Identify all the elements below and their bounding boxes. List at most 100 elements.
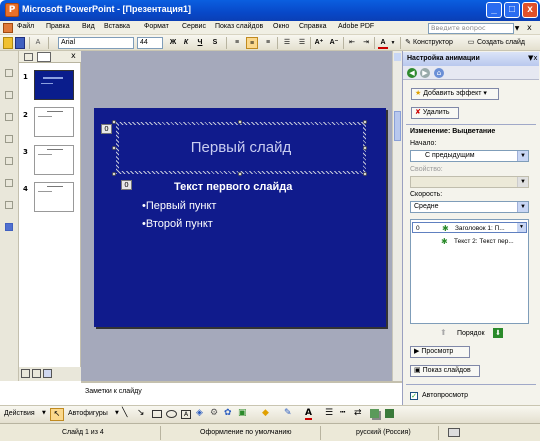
show-formatting-icon[interactable]: [5, 223, 13, 231]
diagram-icon[interactable]: ⚙: [210, 408, 218, 418]
menu-adobe-pdf[interactable]: Adobe PDF: [338, 23, 374, 30]
autopreview-checkbox[interactable]: ✓: [410, 392, 418, 400]
close-panel-icon[interactable]: x: [71, 51, 76, 60]
forward-icon[interactable]: ▶: [420, 68, 430, 78]
textbox-icon[interactable]: A: [181, 410, 191, 419]
rectangle-icon[interactable]: [152, 410, 162, 418]
menu-slideshow[interactable]: Показ слайдов: [215, 23, 263, 30]
menu-insert[interactable]: Вставка: [104, 23, 130, 30]
grow-font-button[interactable]: A⁺: [313, 37, 325, 49]
promote-icon[interactable]: [5, 69, 13, 77]
underline-button[interactable]: Ч: [195, 37, 205, 49]
slide-thumbnail-3[interactable]: [34, 145, 74, 175]
font-size-select[interactable]: 44: [137, 37, 163, 49]
move-down-icon[interactable]: ⬇: [493, 328, 503, 338]
font-color-icon[interactable]: A: [305, 408, 312, 420]
select-objects-icon[interactable]: ↖: [50, 408, 64, 421]
animation-item[interactable]: 0 ✱ Заголовок 1: П... ▼: [412, 222, 527, 233]
home-icon[interactable]: ⌂: [434, 68, 444, 78]
preview-button[interactable]: ▶ Просмотр: [410, 346, 470, 358]
bullet-item[interactable]: •Второй пункт: [142, 218, 213, 230]
menu-view[interactable]: Вид: [82, 23, 95, 30]
expand-icon[interactable]: [5, 179, 13, 187]
spelling-icon[interactable]: [448, 428, 460, 437]
resize-handle[interactable]: [238, 120, 242, 124]
animation-list[interactable]: [410, 219, 529, 324]
autoshapes-menu[interactable]: Автофигуры: [68, 410, 108, 417]
chevron-down-icon[interactable]: ▼: [513, 23, 521, 34]
chevron-down-icon[interactable]: ▼: [517, 223, 526, 232]
chevron-down-icon[interactable]: ▼: [517, 151, 528, 161]
summary-slide-icon[interactable]: [5, 201, 13, 209]
chevron-down-icon[interactable]: ▼: [517, 202, 528, 212]
menu-file[interactable]: Файл: [17, 23, 34, 30]
resize-handle[interactable]: [112, 146, 116, 150]
decrease-indent-icon[interactable]: ⇤: [346, 37, 358, 49]
oval-icon[interactable]: [166, 410, 177, 418]
styles-icon[interactable]: A: [33, 37, 43, 49]
speed-select[interactable]: Средне ▼: [410, 201, 529, 213]
resize-handle[interactable]: [112, 120, 116, 124]
resize-handle[interactable]: [363, 172, 367, 176]
font-color-button[interactable]: A: [378, 37, 388, 49]
remove-button[interactable]: ✘ Удалить: [411, 107, 459, 119]
chevron-down-icon[interactable]: ▼: [115, 410, 119, 416]
minimize-button[interactable]: _: [486, 2, 502, 18]
slides-tab-icon[interactable]: [37, 52, 51, 62]
chevron-down-icon[interactable]: ▼: [42, 410, 46, 416]
resize-handle[interactable]: [112, 172, 116, 176]
scroll-up-icon[interactable]: [394, 53, 401, 61]
shrink-font-button[interactable]: A⁻: [328, 37, 340, 49]
resize-handle[interactable]: [238, 172, 242, 176]
shadow-style-icon[interactable]: [370, 409, 379, 418]
menu-edit[interactable]: Правка: [46, 23, 70, 30]
move-down-icon[interactable]: [5, 135, 13, 143]
align-left-icon[interactable]: ≡: [231, 37, 243, 49]
arrow-icon[interactable]: ↘: [137, 408, 145, 418]
document-icon[interactable]: [3, 23, 13, 33]
bold-button[interactable]: Ж: [168, 37, 178, 49]
resize-handle[interactable]: [363, 120, 367, 124]
dash-style-icon[interactable]: ┅: [340, 408, 345, 418]
pane-menu-icon[interactable]: ▼x: [528, 54, 538, 62]
menu-format[interactable]: Формат: [144, 23, 169, 30]
sorter-view-icon[interactable]: [32, 369, 41, 378]
menu-tools[interactable]: Сервис: [182, 23, 206, 30]
slide-title[interactable]: Первый слайд: [119, 139, 363, 156]
bullet-item[interactable]: •Первый пункт: [142, 200, 216, 212]
add-effect-button[interactable]: ★ Добавить эффект ▾: [411, 88, 499, 100]
save-icon[interactable]: [15, 37, 25, 49]
line-color-icon[interactable]: ✎: [284, 408, 292, 418]
close-button[interactable]: x: [522, 2, 538, 18]
chevron-down-icon[interactable]: ▼: [390, 37, 396, 49]
animation-item[interactable]: ✱ Текст 2: Текст пер...: [412, 236, 527, 247]
resize-handle[interactable]: [363, 146, 367, 150]
bullets-icon[interactable]: ☰: [296, 37, 308, 49]
actions-menu[interactable]: Действия: [4, 410, 35, 417]
normal-view-icon[interactable]: [21, 369, 30, 378]
clipart-icon[interactable]: ✿: [224, 408, 232, 418]
picture-icon[interactable]: ▣: [238, 408, 247, 418]
close-document-button[interactable]: x: [527, 23, 532, 32]
open-icon[interactable]: [3, 37, 13, 49]
designer-button[interactable]: Конструктор: [413, 37, 463, 49]
demote-icon[interactable]: [5, 91, 13, 99]
numbering-icon[interactable]: ☰: [281, 37, 293, 49]
arrow-style-icon[interactable]: ⇄: [354, 408, 362, 418]
slide-thumbnail-1[interactable]: [34, 70, 74, 100]
help-search-input[interactable]: Введите вопрос: [428, 23, 514, 34]
3d-style-icon[interactable]: [385, 409, 394, 418]
outline-tab-icon[interactable]: [24, 53, 33, 61]
align-center-icon[interactable]: ≡: [246, 37, 258, 49]
back-icon[interactable]: ◀: [407, 68, 417, 78]
start-select[interactable]: С предыдущим ▼: [410, 150, 529, 162]
slideshow-view-icon[interactable]: [43, 369, 52, 378]
line-icon[interactable]: ╲: [122, 408, 127, 418]
move-up-icon[interactable]: [5, 113, 13, 121]
line-style-icon[interactable]: ☰: [325, 408, 333, 418]
italic-button[interactable]: К: [181, 37, 191, 49]
font-name-select[interactable]: Arial: [58, 37, 134, 49]
collapse-icon[interactable]: [5, 157, 13, 165]
align-right-icon[interactable]: ≡: [262, 37, 274, 49]
wordart-icon[interactable]: ◈: [196, 408, 203, 418]
